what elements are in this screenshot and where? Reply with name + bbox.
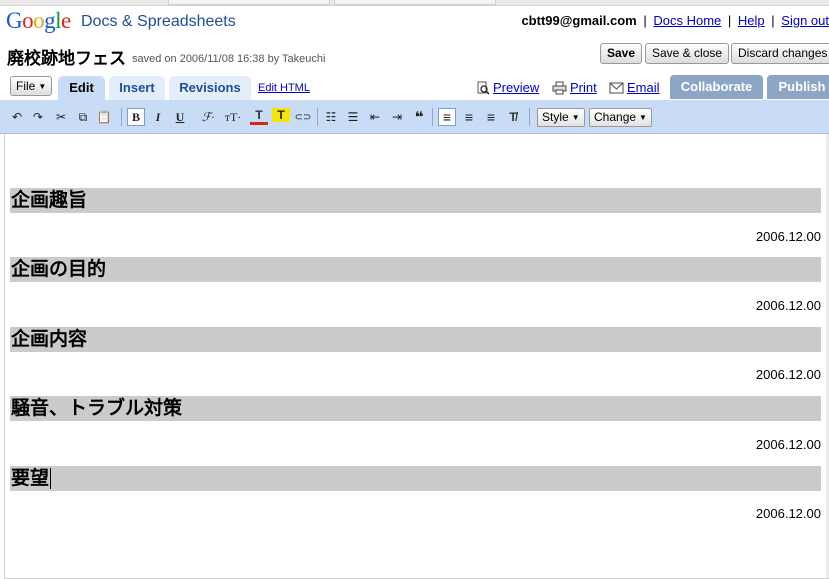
- help-link[interactable]: Help: [738, 13, 765, 28]
- account-links: cbtt99@gmail.com | Docs Home | Help | Si…: [521, 13, 829, 28]
- preview-link[interactable]: Preview: [476, 80, 539, 95]
- browser-tab: [168, 0, 330, 5]
- style-dropdown[interactable]: Style ▼: [537, 108, 585, 127]
- toolbar-divider: [432, 108, 433, 126]
- save-status: saved on 2006/11/08 16:38 by Takeuchi: [132, 53, 326, 65]
- toolbar-divider: [529, 108, 530, 126]
- google-logo[interactable]: Google: [6, 8, 71, 34]
- section-heading-text: 要望: [11, 467, 50, 489]
- publish-tab[interactable]: Publish: [767, 75, 829, 99]
- email-link[interactable]: Email: [609, 80, 660, 95]
- italic-button[interactable]: I: [149, 108, 167, 126]
- section-date[interactable]: 2006.12.00: [756, 367, 821, 382]
- browser-tab: [334, 0, 496, 5]
- tab-insert[interactable]: Insert: [109, 76, 165, 100]
- tab-revisions[interactable]: Revisions: [169, 76, 251, 100]
- envelope-icon: [609, 82, 624, 93]
- numbered-list-icon[interactable]: ☷: [322, 108, 340, 126]
- section-date[interactable]: 2006.12.00: [756, 298, 821, 313]
- cut-icon[interactable]: ✂: [52, 108, 70, 126]
- browser-top-strip: [0, 0, 829, 6]
- chevron-down-icon: ▼: [38, 81, 47, 91]
- section-date[interactable]: 2006.12.00: [756, 437, 821, 452]
- link-separator: |: [727, 13, 732, 28]
- toolbar-divider: [121, 108, 122, 126]
- copy-icon[interactable]: ⧉: [74, 108, 92, 126]
- paste-icon[interactable]: 📋: [95, 108, 113, 126]
- print-link[interactable]: Print: [552, 80, 597, 95]
- preview-icon: [477, 81, 490, 95]
- highlight-icon[interactable]: T: [272, 108, 290, 122]
- bold-button[interactable]: B: [127, 108, 145, 126]
- align-right-icon[interactable]: ≡: [482, 108, 500, 126]
- section-heading[interactable]: 騒音、トラブル対策: [10, 396, 821, 421]
- redo-icon[interactable]: ↷: [29, 108, 47, 126]
- align-center-icon[interactable]: ≡: [460, 108, 478, 126]
- link-separator: |: [771, 13, 775, 28]
- indent-icon[interactable]: ⇥: [388, 108, 406, 126]
- docs-home-link[interactable]: Docs Home: [653, 13, 721, 28]
- clear-format-icon[interactable]: T̸: [504, 108, 522, 126]
- font-icon[interactable]: ℱ·: [199, 108, 217, 126]
- collaborate-tab[interactable]: Collaborate: [670, 75, 763, 99]
- chevron-down-icon: ▼: [571, 113, 580, 123]
- text-cursor: [50, 468, 52, 489]
- product-name: Docs & Spreadsheets: [81, 13, 236, 30]
- link-icon[interactable]: ⊂⊃: [294, 108, 312, 126]
- text-color-icon[interactable]: T: [250, 108, 268, 125]
- section-date[interactable]: 2006.12.00: [756, 506, 821, 521]
- discard-changes-button[interactable]: Discard changes: [731, 43, 829, 64]
- sign-out-link[interactable]: Sign out: [781, 13, 829, 28]
- link-separator: |: [643, 13, 647, 28]
- underline-button[interactable]: U: [171, 108, 189, 126]
- file-menu[interactable]: File ▼: [10, 76, 53, 96]
- align-left-icon[interactable]: ≡: [438, 108, 456, 126]
- save-button[interactable]: Save: [600, 43, 643, 64]
- bullet-list-icon[interactable]: ☰: [344, 108, 362, 126]
- save-close-button[interactable]: Save & close: [645, 43, 730, 64]
- section-heading[interactable]: 企画の目的: [10, 257, 821, 282]
- chevron-down-icon: ▼: [639, 113, 647, 123]
- document-title[interactable]: 廃校跡地フェス: [7, 44, 126, 69]
- quote-icon[interactable]: ❝: [410, 108, 428, 126]
- outdent-icon[interactable]: ⇤: [366, 108, 384, 126]
- edit-html-link[interactable]: Edit HTML: [258, 82, 310, 94]
- undo-icon[interactable]: ↶: [8, 108, 26, 126]
- user-email: cbtt99@gmail.com: [521, 13, 637, 28]
- printer-icon: [552, 81, 567, 94]
- section-date[interactable]: 2006.12.00: [756, 229, 821, 244]
- change-dropdown[interactable]: Change ▼: [589, 108, 652, 127]
- toolbar-divider: [317, 108, 318, 126]
- section-heading[interactable]: 企画内容: [10, 327, 821, 352]
- font-size-icon[interactable]: ᴛT·: [222, 108, 244, 126]
- tab-edit[interactable]: Edit: [58, 76, 105, 100]
- section-heading[interactable]: 企画趣旨: [10, 188, 821, 213]
- section-heading[interactable]: 要望: [10, 466, 821, 491]
